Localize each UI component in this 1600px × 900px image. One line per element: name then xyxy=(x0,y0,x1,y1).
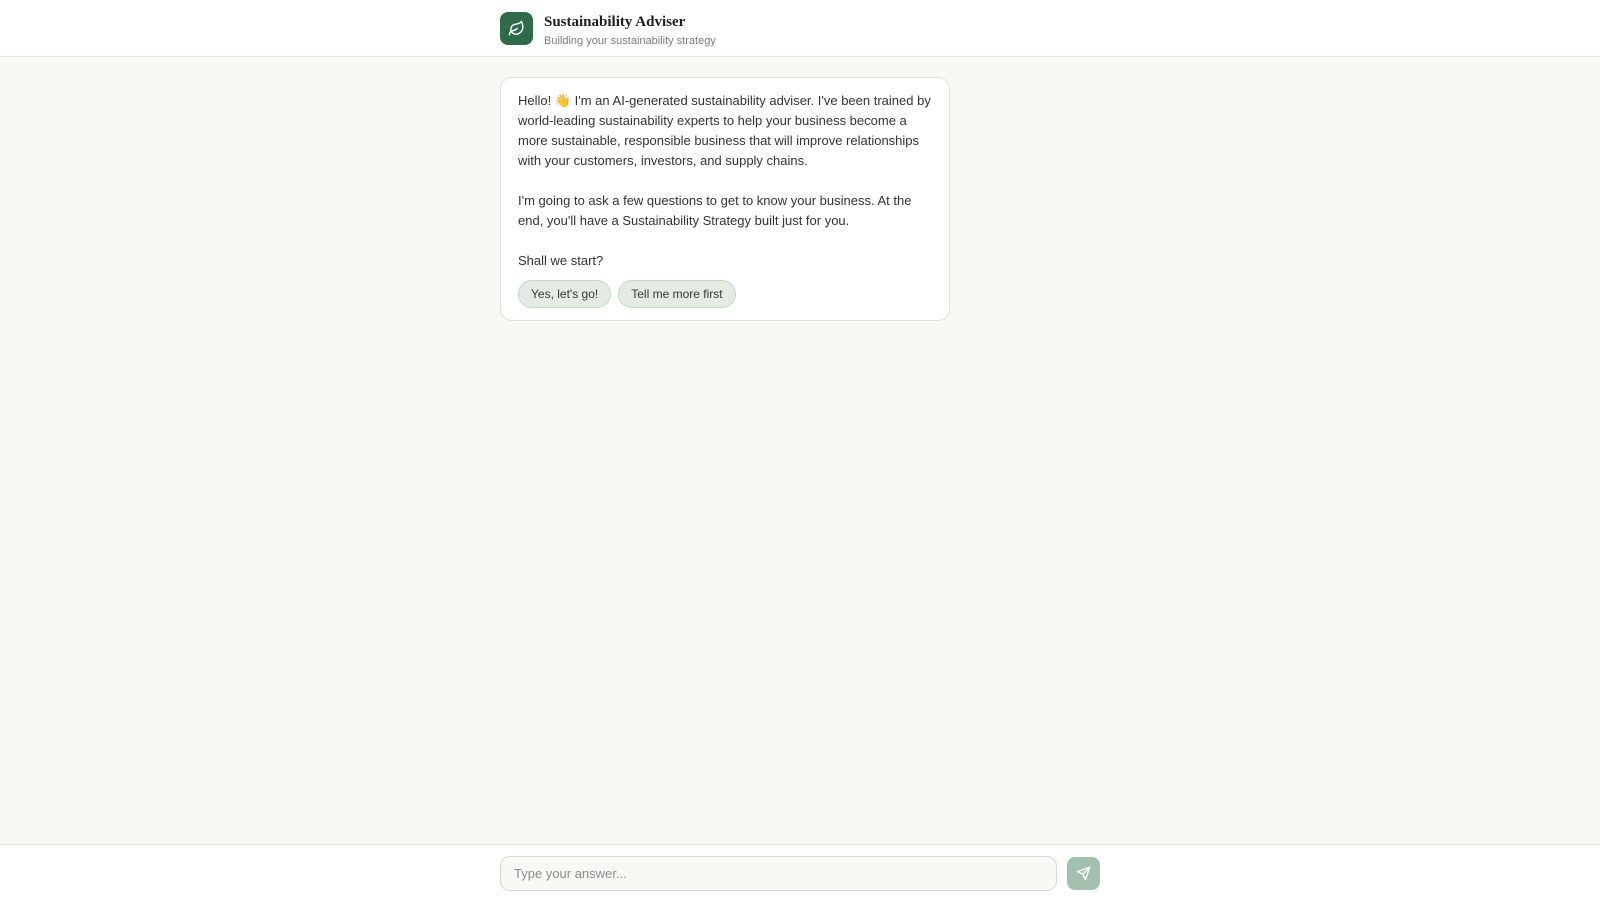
composer-bar xyxy=(0,844,1600,900)
app-title: Sustainability Adviser xyxy=(544,14,686,30)
send-icon xyxy=(1076,866,1091,881)
message-paragraph-intro: Hello! 👋 I'm an AI-generated sustainabil… xyxy=(518,93,931,168)
app-subtitle: Building your sustainability strategy xyxy=(544,35,716,47)
quick-reply-options: Yes, let's go! Tell me more first xyxy=(518,280,933,308)
leaf-icon xyxy=(500,12,533,45)
message-paragraph-question: Shall we start? xyxy=(518,253,604,268)
brand: Sustainability Adviser Building your sus… xyxy=(500,12,716,48)
send-button[interactable] xyxy=(1067,857,1100,890)
brand-text: Sustainability Adviser Building your sus… xyxy=(544,13,716,48)
yes-lets-go-button[interactable]: Yes, let's go! xyxy=(518,280,612,308)
message-paragraph-process: I'm going to ask a few questions to get … xyxy=(518,193,912,228)
app-header: Sustainability Adviser Building your sus… xyxy=(0,0,1600,57)
assistant-message: Hello! 👋 I'm an AI-generated sustainabil… xyxy=(500,77,950,321)
tell-me-more-button[interactable]: Tell me more first xyxy=(618,280,736,308)
answer-input[interactable] xyxy=(500,856,1057,891)
